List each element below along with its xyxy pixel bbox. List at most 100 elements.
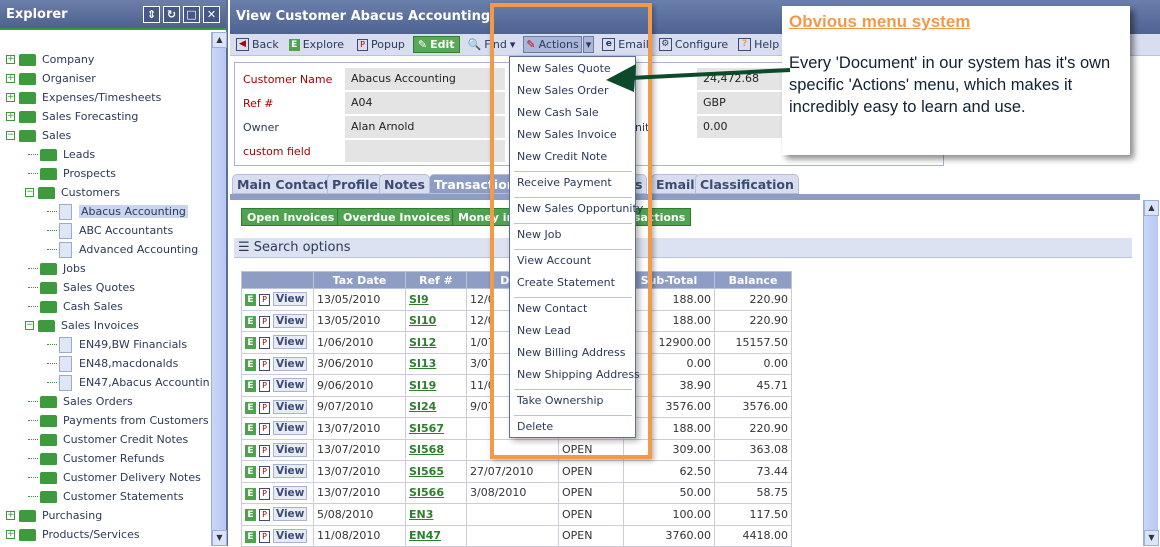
search-options-bar[interactable]: ☰ Search options: [234, 238, 1132, 258]
collapse-icon[interactable]: −: [6, 131, 15, 140]
scroll-up-icon[interactable]: ▲: [212, 32, 227, 48]
configure-button[interactable]: ⚙ Configure: [657, 37, 730, 52]
tab-classification[interactable]: Classification: [695, 174, 799, 194]
col-balance[interactable]: Balance: [714, 271, 792, 289]
tree-item[interactable]: Sales Quotes: [25, 278, 135, 297]
tree-item[interactable]: − Sales: [6, 126, 71, 145]
expand-icon[interactable]: ☰: [238, 240, 250, 255]
collapse-icon[interactable]: −: [25, 321, 34, 330]
ref-link[interactable]: SI12: [409, 336, 436, 349]
edit-icon[interactable]: E: [245, 444, 256, 457]
edit-button[interactable]: ✎ Edit: [412, 36, 460, 53]
tree-item[interactable]: EN49,BW Financials: [44, 335, 187, 354]
collapse-icon[interactable]: −: [25, 188, 34, 197]
edit-icon[interactable]: E: [245, 487, 256, 500]
popup-icon[interactable]: P: [259, 294, 270, 307]
scroll-up-icon[interactable]: ▲: [1144, 200, 1159, 216]
main-scrollbar[interactable]: ▲ ▼: [1143, 200, 1159, 546]
ref-link[interactable]: SI568: [409, 443, 444, 456]
edit-icon[interactable]: E: [245, 466, 256, 479]
ref-link[interactable]: SI24: [409, 400, 436, 413]
tab-email[interactable]: Email: [651, 174, 700, 194]
ref-link[interactable]: SI9: [409, 293, 429, 306]
view-button[interactable]: View: [273, 507, 308, 522]
edit-icon[interactable]: E: [245, 315, 256, 328]
view-button[interactable]: View: [273, 313, 308, 328]
explorer-scrollbar[interactable]: ▲ ▼: [211, 32, 227, 546]
tree-item[interactable]: Customer Credit Notes: [25, 430, 188, 449]
view-button[interactable]: View: [273, 464, 308, 479]
ref-field[interactable]: A04: [345, 92, 505, 114]
tree-item[interactable]: Customer Delivery Notes: [25, 468, 201, 487]
edit-icon[interactable]: E: [245, 530, 256, 543]
popup-icon[interactable]: P: [259, 466, 270, 479]
popup-icon[interactable]: P: [259, 380, 270, 393]
tab-notes[interactable]: Notes: [379, 174, 430, 194]
popup-button[interactable]: P Popup: [352, 37, 407, 52]
scroll-down-icon[interactable]: ▼: [212, 530, 227, 546]
tree-item[interactable]: Customer Refunds: [25, 449, 164, 468]
tree-item[interactable]: Abacus Accounting: [44, 202, 188, 221]
col-ref[interactable]: Ref #: [405, 271, 467, 289]
tab-main-contact[interactable]: Main Contact: [232, 174, 335, 194]
popup-icon[interactable]: P: [259, 530, 270, 543]
edit-icon[interactable]: E: [245, 337, 256, 350]
custom-field[interactable]: [345, 140, 505, 162]
ref-link[interactable]: SI565: [409, 465, 444, 478]
customer-name-field[interactable]: Abacus Accounting: [345, 68, 505, 90]
edit-icon[interactable]: E: [245, 358, 256, 371]
tab-profile[interactable]: Profile: [327, 174, 383, 194]
view-button[interactable]: View: [273, 356, 308, 371]
tree-item[interactable]: − Sales Invoices: [25, 316, 139, 335]
tree-item[interactable]: Payments from Customers: [25, 411, 209, 430]
ref-link[interactable]: SI13: [409, 357, 436, 370]
tree-item[interactable]: − Customers: [25, 183, 120, 202]
ref-link[interactable]: EN47: [409, 529, 441, 542]
maximize-icon[interactable]: □: [183, 6, 200, 23]
tree-item[interactable]: Customer Statements: [25, 487, 184, 506]
ref-link[interactable]: SI10: [409, 314, 436, 327]
edit-icon[interactable]: E: [245, 509, 256, 522]
overdue-invoices-button[interactable]: Overdue Invoices: [337, 208, 457, 226]
expand-icon[interactable]: +: [6, 74, 15, 83]
tree-item[interactable]: Advanced Accounting: [44, 240, 198, 259]
edit-icon[interactable]: E: [245, 401, 256, 414]
expand-icon[interactable]: +: [6, 530, 15, 539]
ref-link[interactable]: SI566: [409, 486, 444, 499]
popup-icon[interactable]: P: [259, 423, 270, 436]
collapse-icon[interactable]: ⇕: [143, 6, 160, 23]
ref-link[interactable]: EN3: [409, 508, 433, 521]
view-button[interactable]: View: [273, 378, 308, 393]
popup-icon[interactable]: P: [259, 487, 270, 500]
popup-icon[interactable]: P: [259, 315, 270, 328]
tree-item[interactable]: + Purchasing: [6, 506, 102, 525]
view-button[interactable]: View: [273, 335, 308, 350]
view-button[interactable]: View: [273, 485, 308, 500]
edit-icon[interactable]: E: [245, 294, 256, 307]
tree-item[interactable]: EN48,macdonalds: [44, 354, 178, 373]
close-icon[interactable]: ✕: [203, 6, 220, 23]
tree-item[interactable]: + Expenses/Timesheets: [6, 88, 161, 107]
edit-icon[interactable]: E: [245, 380, 256, 393]
owner-field[interactable]: Alan Arnold: [345, 116, 505, 138]
popup-icon[interactable]: P: [259, 358, 270, 371]
expand-icon[interactable]: +: [6, 93, 15, 102]
refresh-icon[interactable]: ↻: [163, 6, 180, 23]
popup-icon[interactable]: P: [259, 444, 270, 457]
help-button[interactable]: ? Help: [736, 37, 781, 52]
ref-link[interactable]: SI567: [409, 422, 444, 435]
scroll-down-icon[interactable]: ▼: [1144, 530, 1159, 546]
ref-link[interactable]: SI19: [409, 379, 436, 392]
edit-icon[interactable]: E: [245, 423, 256, 436]
tree-item[interactable]: + Sales Forecasting: [6, 107, 138, 126]
popup-icon[interactable]: P: [259, 509, 270, 522]
open-invoices-button[interactable]: Open Invoices: [241, 208, 341, 226]
tree-item[interactable]: Prospects: [25, 164, 116, 183]
expand-icon[interactable]: +: [6, 55, 15, 64]
popup-icon[interactable]: P: [259, 401, 270, 414]
tree-item[interactable]: Jobs: [25, 259, 86, 278]
expand-icon[interactable]: +: [6, 112, 15, 121]
view-button[interactable]: View: [273, 528, 308, 543]
popup-icon[interactable]: P: [259, 337, 270, 350]
tree-item[interactable]: + Organiser: [6, 69, 96, 88]
